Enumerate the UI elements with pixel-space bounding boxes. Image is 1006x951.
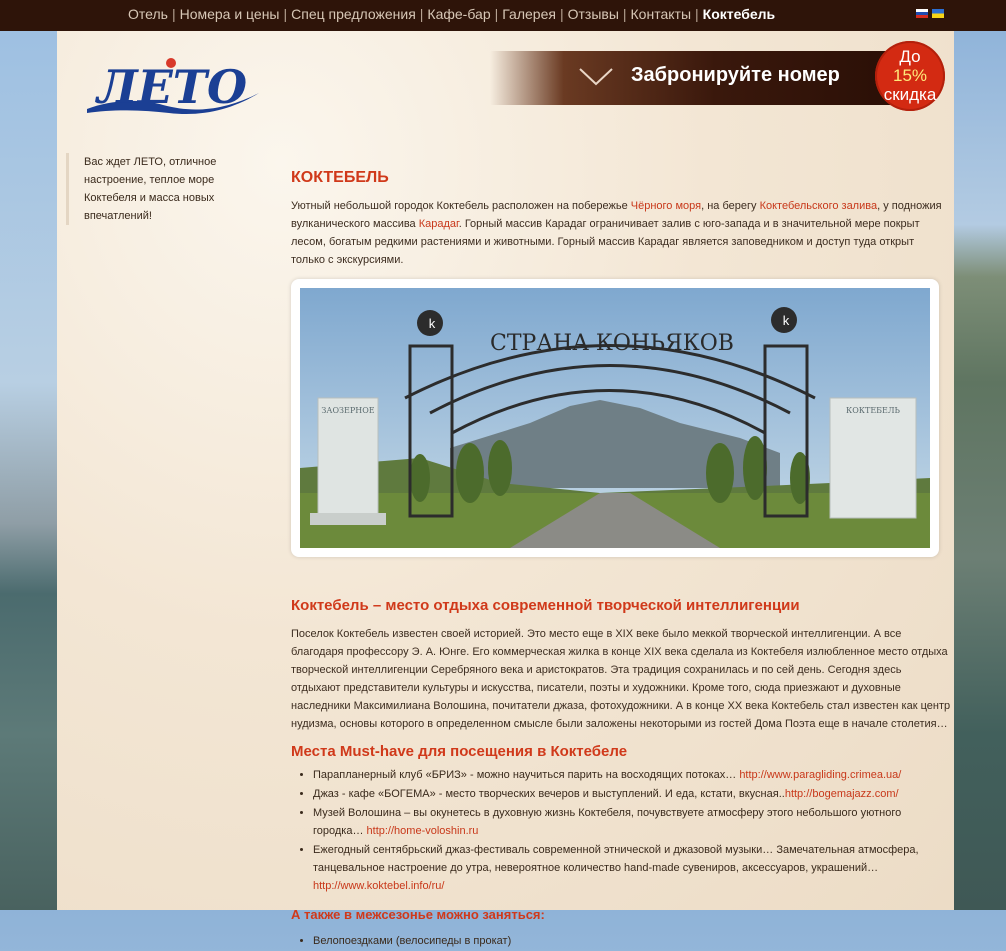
place-link[interactable]: http://bogemajazz.com/: [785, 788, 899, 800]
must-have-places-list: Парапланерный клуб «БРИЗ» - можно научит…: [291, 766, 951, 895]
sidebar-welcome-note: Вас ждет ЛЕТО, отличное настроение, тепл…: [66, 153, 264, 225]
intro-paragraph: Уютный небольшой городок Коктебель распо…: [291, 197, 951, 269]
main-content: КОКТЕБЕЛЬ Уютный небольшой городок Кокте…: [291, 169, 951, 947]
place-item: Джаз - кафе «БОГЕМА» - место творческих …: [313, 785, 951, 803]
nav-item-5[interactable]: Галерея: [502, 6, 556, 22]
intro-text-1: Уютный небольшой городок Коктебель распо…: [291, 200, 631, 212]
nav-item-8[interactable]: Коктебель: [703, 6, 776, 22]
offseason-item: Велопоездками (велосипеды в прокат): [313, 932, 951, 950]
black-sea-link[interactable]: Чёрного моря: [631, 200, 701, 212]
discount-badge[interactable]: До 15% скидка: [875, 41, 945, 111]
discount-percent: 15%: [892, 66, 928, 85]
svg-text:k: k: [783, 313, 790, 328]
top-navigation: Отель | Номера и цены | Спец предложения | Каф…: [0, 0, 1006, 31]
nav-separator: |: [494, 6, 499, 22]
place-item: Парапланерный клуб «БРИЗ» - можно научит…: [313, 766, 951, 784]
right-pillar-text: КОКТЕБЕЛЬ: [846, 406, 901, 415]
offseason-activities-list: Велопоездками (велосипеды в прокат): [291, 932, 951, 950]
nav-item-4[interactable]: Кафе-бар: [427, 6, 490, 22]
place-description: Ежегодный сентябрьский джаз-фестиваль со…: [313, 844, 919, 874]
nav-separator: |: [171, 6, 176, 22]
karadag-link[interactable]: Карадаг: [419, 218, 459, 230]
discount-prefix: До: [899, 47, 921, 66]
ukrainian-flag-icon[interactable]: [932, 9, 944, 18]
koktebel-photo-frame: ЗАОЗЕРНОЕ КОКТЕБЕЛЬ k k СТРАНА КОНЬЯКОВ: [291, 279, 939, 557]
place-link[interactable]: http://www.koktebel.info/ru/: [313, 880, 444, 892]
section-offseason-title: А также в межсезонье можно заняться:: [291, 907, 545, 922]
nav-separator: |: [559, 6, 564, 22]
nav-item-6[interactable]: Отзывы: [568, 6, 619, 22]
russian-flag-icon[interactable]: [916, 9, 928, 18]
arch-sign-text: СТРАНА КОНЬЯКОВ: [490, 331, 734, 356]
background-scenery-right: [954, 31, 1006, 910]
cognac-country-arch-photo[interactable]: ЗАОЗЕРНОЕ КОКТЕБЕЛЬ k k СТРАНА КОНЬЯКОВ: [300, 288, 930, 548]
nav-item-7[interactable]: Контакты: [631, 6, 691, 22]
page-title: КОКТЕБЕЛЬ: [291, 169, 389, 186]
nav-separator: |: [622, 6, 627, 22]
koktebel-bay-link[interactable]: Коктебельского залива: [760, 200, 878, 212]
nav-separator: |: [283, 6, 288, 22]
book-room-button[interactable]: Забронируйте номер: [490, 51, 900, 105]
place-link[interactable]: http://home-voloshin.ru: [367, 825, 479, 837]
chevron-down-icon: [579, 68, 613, 86]
nav-item-1[interactable]: Отель: [128, 6, 168, 22]
discount-suffix: скидка: [883, 85, 937, 104]
nav-menu: Отель | Номера и цены | Спец предложения | Каф…: [128, 6, 775, 22]
left-pillar-text: ЗАОЗЕРНОЕ: [321, 406, 374, 415]
section-must-have-title: Места Must-have для посещения в Коктебел…: [291, 743, 628, 760]
place-description: Джаз - кафе «БОГЕМА» - место творческих …: [313, 788, 785, 800]
nav-item-3[interactable]: Спец предложения: [291, 6, 416, 22]
place-link[interactable]: http://www.paragliding.crimea.ua/: [739, 769, 901, 781]
nav-item-2[interactable]: Номера и цены: [180, 6, 280, 22]
place-description: Парапланерный клуб «БРИЗ» - можно научит…: [313, 769, 740, 781]
place-item: Ежегодный сентябрьский джаз-фестиваль со…: [313, 841, 951, 895]
svg-text:k: k: [429, 316, 436, 331]
book-room-label: Забронируйте номер: [631, 64, 840, 86]
language-switcher: [916, 9, 948, 27]
leto-logo[interactable]: ЛЕТО: [83, 53, 263, 117]
nav-separator: |: [695, 6, 699, 22]
background-scenery-left: [0, 31, 57, 910]
section-creative-intelligentsia-text: Поселок Коктебель известен своей историе…: [291, 628, 951, 730]
section-creative-intelligentsia-title: Коктебель – место отдыха современной тво…: [291, 597, 800, 614]
page-container: ЛЕТО Забронируйте номер До 15% скидка Ва…: [57, 31, 954, 947]
logo-text: ЛЕТО: [95, 60, 247, 114]
nav-separator: |: [419, 6, 424, 22]
intro-text-2: , на берегу: [701, 200, 760, 212]
place-item: Музей Волошина – вы окунетесь в духовную…: [313, 804, 951, 840]
